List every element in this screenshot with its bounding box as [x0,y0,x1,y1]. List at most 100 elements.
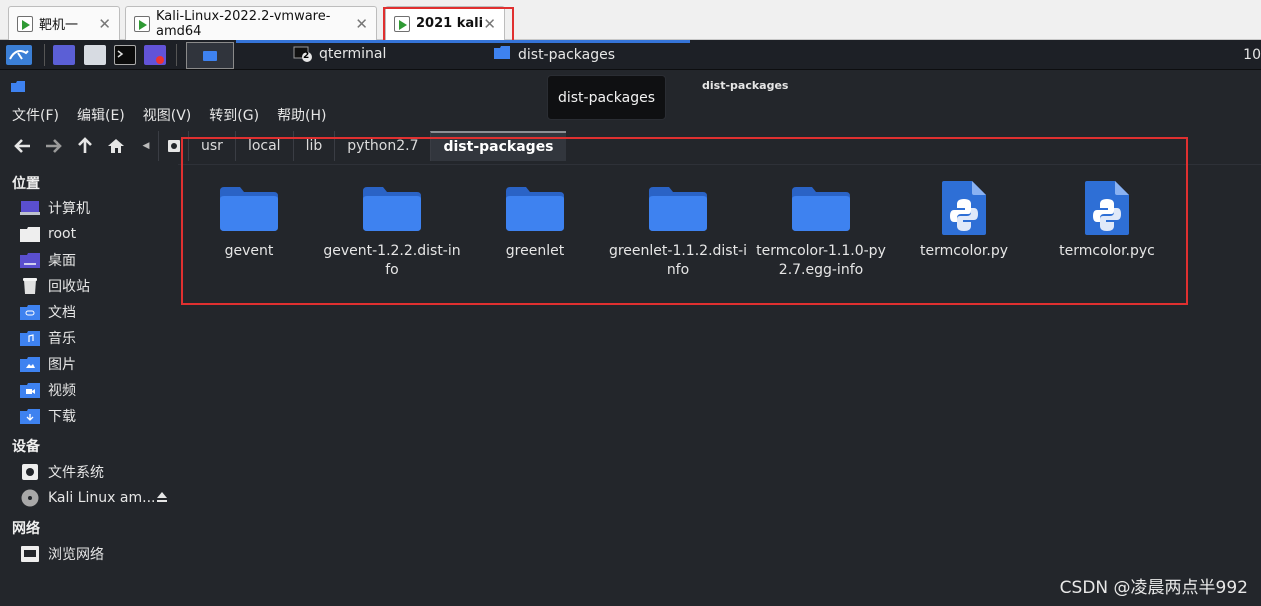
breadcrumb-dist-packages[interactable]: dist-packages [430,131,566,161]
sidebar-item-kali-disc[interactable]: Kali Linux am... [20,486,172,510]
close-icon[interactable]: ✕ [98,15,111,33]
vm-tab-target1[interactable]: 靶机一 ✕ [8,6,120,40]
sidebar-item-label: 桌面 [48,253,76,269]
sidebar-item-root[interactable]: root [20,222,172,246]
file-item-greenlet-dist-info[interactable]: greenlet-1.1.2.dist-info [608,179,748,280]
menu-go[interactable]: 转到(G) [197,100,265,128]
sidebar-item-computer[interactable]: 计算机 [20,196,172,220]
file-name: gevent [224,243,274,259]
eject-icon[interactable] [156,491,168,503]
arrow-up-icon [78,137,92,153]
disc-icon [20,489,40,507]
sidebar-item-filesystem[interactable]: 文件系统 [20,460,172,484]
path-bar: ◀ usr local lib python2.7 dist-packages [134,131,566,161]
vm-icon [17,15,33,32]
videos-folder-icon [20,381,40,399]
folder-icon [220,187,278,231]
path-root-button[interactable] [158,131,188,161]
panel-separator [44,44,45,66]
sidebar-item-trash[interactable]: 回收站 [20,274,172,298]
watermark: CSDN @凌晨两点半992 [1059,578,1248,598]
drive-icon [167,140,180,152]
file-item-gevent[interactable]: gevent [179,179,319,261]
task-tooltip: dist-packages [547,75,666,120]
panel-clock[interactable]: 10 [1243,47,1261,63]
close-icon[interactable]: ✕ [355,15,368,33]
forward-button[interactable] [41,134,65,158]
task-badge: 2 [303,51,310,61]
documents-folder-icon [20,303,40,321]
sidebar-section-devices: 设备 [12,439,40,455]
file-manager-icon[interactable] [84,45,106,65]
drive-icon [20,463,40,481]
sidebar-item-label: 回收站 [48,279,90,295]
sidebar-section-places: 位置 [12,176,40,192]
file-item-greenlet[interactable]: greenlet [465,179,605,261]
vm-tab-kali-2022[interactable]: Kali-Linux-2022.2-vmware-amd64 ✕ [125,6,377,40]
menu-view[interactable]: 视图(V) [131,100,198,128]
sidebar-item-label: 音乐 [48,331,76,347]
folder-icon [649,187,707,231]
sidebar-item-label: 视频 [48,383,76,399]
desktop-icon [20,251,40,269]
sidebar-item-label: 图片 [48,357,76,373]
home-button[interactable] [104,134,128,158]
sidebar-item-label: root [48,226,77,242]
screen-recorder-icon[interactable] [144,45,166,65]
path-scroll-left-button[interactable]: ◀ [134,131,158,161]
sidebar-item-label: 文件系统 [48,465,104,481]
file-item-gevent-dist-info[interactable]: gevent-1.2.2.dist-info [322,179,462,280]
sidebar-item-documents[interactable]: 文档 [20,300,172,324]
up-button[interactable] [73,134,97,158]
breadcrumb-local[interactable]: local [234,131,293,161]
vm-tab-strip: 靶机一 ✕ Kali-Linux-2022.2-vmware-amd64 ✕ 2… [0,0,1261,40]
workspace-1-button[interactable] [186,42,234,69]
panel-separator [176,44,177,66]
sidebar-item-videos[interactable]: 视频 [20,378,172,402]
sidebar-item-downloads[interactable]: 下载 [20,404,172,428]
home-folder-icon [20,225,40,243]
sidebar-item-pictures[interactable]: 图片 [20,352,172,376]
vm-tab-label: Kali-Linux-2022.2-vmware-amd64 [156,8,331,39]
sidebar-item-label: 下载 [48,409,76,425]
menu-edit[interactable]: 编辑(E) [65,100,131,128]
sidebar-item-music[interactable]: 音乐 [20,326,172,350]
menu-bar: 文件(F) 编辑(E) 视图(V) 转到(G) 帮助(H) [0,100,333,128]
terminal-icon[interactable] [114,45,136,65]
folder-icon [792,187,850,231]
menu-file[interactable]: 文件(F) [0,100,65,128]
menu-help[interactable]: 帮助(H) [265,100,332,128]
kali-menu-icon[interactable] [6,45,32,65]
breadcrumb-usr[interactable]: usr [188,131,235,161]
folder-icon [494,46,510,63]
computer-icon [20,199,40,217]
show-desktop-icon[interactable] [53,45,75,65]
back-button[interactable] [11,134,35,158]
sidebar-item-desktop[interactable]: 桌面 [20,248,172,272]
window-folder-icon [11,80,25,96]
file-item-termcolor-egg-info[interactable]: termcolor-1.1.0-py2.7.egg-info [751,179,891,280]
file-view: gevent gevent-1.2.2.dist-info greenlet g… [178,164,1261,606]
network-icon [20,545,40,563]
breadcrumb-python27[interactable]: python2.7 [334,131,430,161]
sidebar: 位置 计算机 root 桌面 回收站 文档 音乐 图片 视频 下载 设备 文件系… [0,164,175,606]
terminal-icon: 2 [293,46,313,62]
panel-accent-line [236,40,690,43]
file-name: termcolor.py [919,243,1009,259]
file-name: termcolor.pyc [1059,243,1155,259]
file-item-termcolor-pyc[interactable]: termcolor.pyc [1037,179,1177,261]
music-folder-icon [20,329,40,347]
vm-tab-label: 靶机一 [39,18,79,33]
arrow-right-icon [46,139,62,153]
file-item-termcolor-py[interactable]: termcolor.py [894,179,1034,261]
task-qterminal[interactable]: 2 qterminal [293,46,386,62]
sidebar-item-browse-network[interactable]: 浏览网络 [20,542,172,566]
sidebar-item-label: Kali Linux am... [48,490,156,506]
python-file-icon [1085,181,1129,235]
folder-icon [363,187,421,231]
file-name: greenlet-1.1.2.dist-info [608,243,748,278]
file-name: gevent-1.2.2.dist-info [323,243,461,278]
breadcrumb-lib[interactable]: lib [292,131,335,161]
sidebar-item-label: 文档 [48,305,76,321]
task-dist-packages[interactable]: dist-packages [494,46,615,63]
